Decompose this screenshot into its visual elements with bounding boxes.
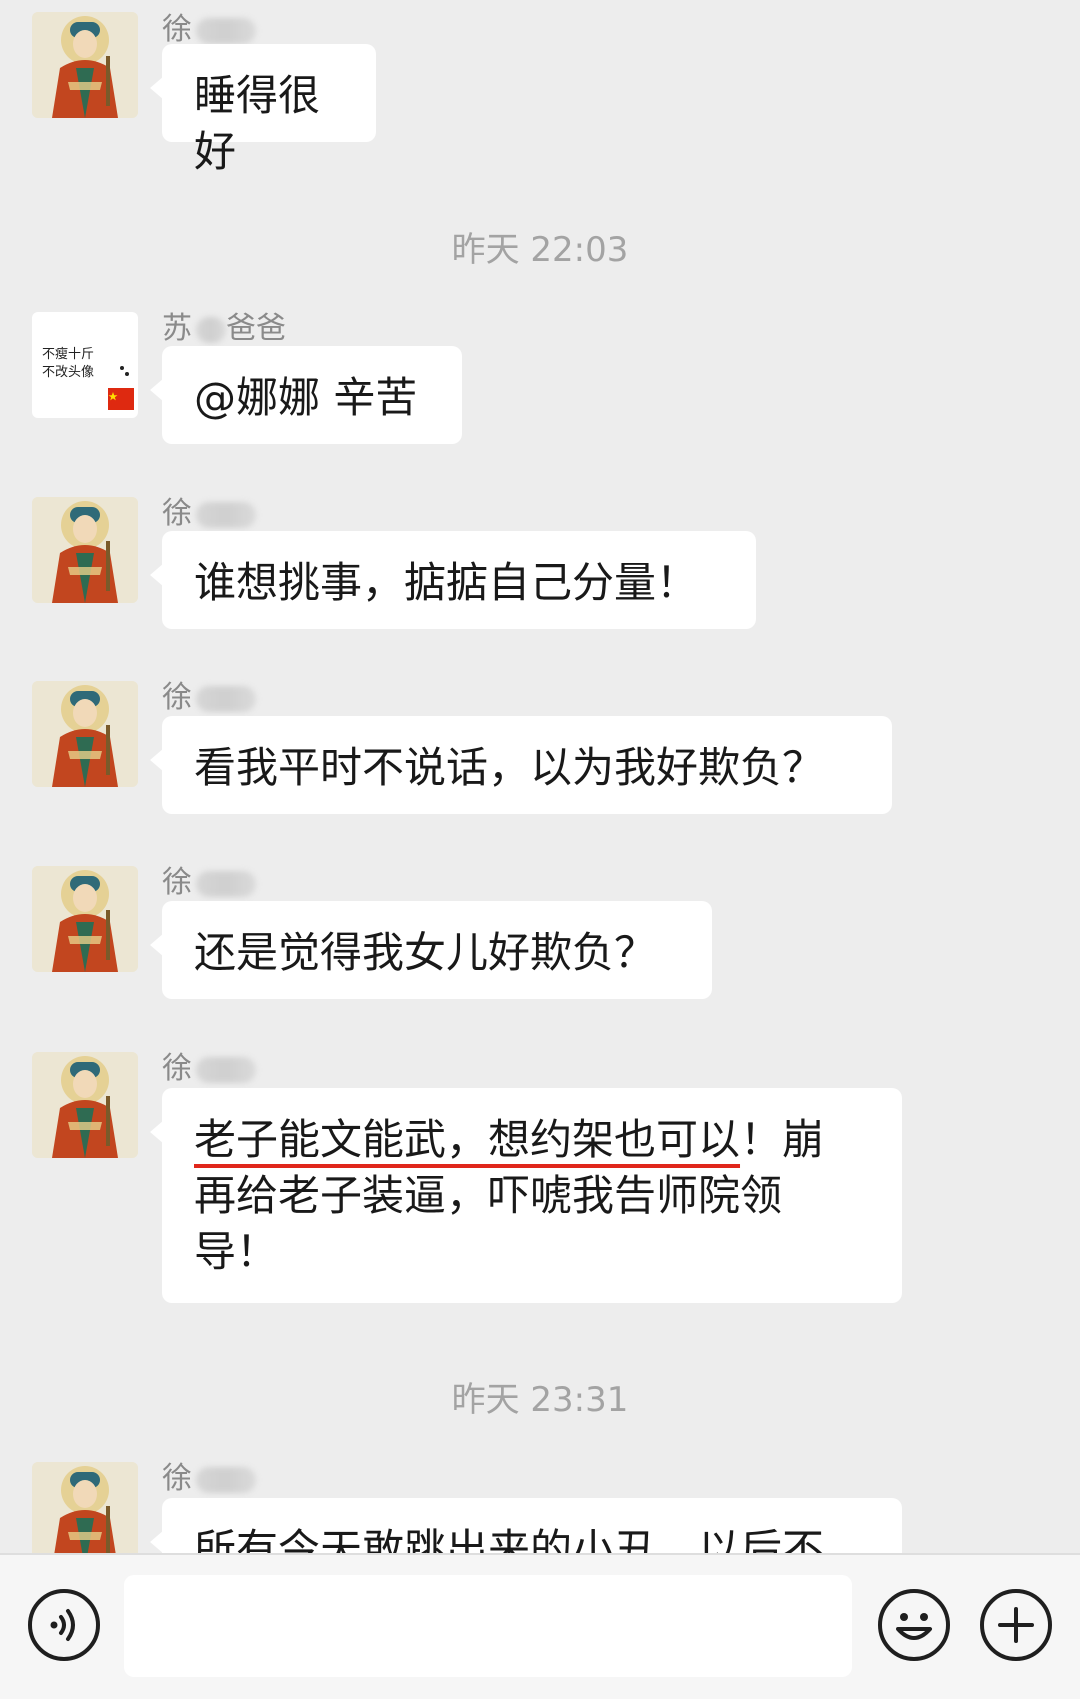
message-text: 谁想挑事，掂掂自己分量！ xyxy=(194,558,699,607)
input-bar xyxy=(0,1553,1080,1699)
plus-button[interactable] xyxy=(980,1589,1052,1661)
buddha-avatar-icon xyxy=(32,12,138,118)
avatar[interactable]: 不瘦十斤 不改头像 xyxy=(32,312,138,418)
avatar[interactable] xyxy=(32,497,138,603)
message-text: @娜娜 辛苦 xyxy=(194,373,418,422)
avatar[interactable] xyxy=(32,12,138,118)
message-text: 老子能文能武，想约架也可以！崩 xyxy=(194,1115,825,1164)
message-text: 还是觉得我女儿好欺负？ xyxy=(194,928,657,977)
blurred-name xyxy=(196,685,256,712)
buddha-avatar-icon xyxy=(32,866,138,972)
voice-button[interactable] xyxy=(28,1589,100,1661)
avatar[interactable] xyxy=(32,681,138,787)
message-text: 看我平时不说话，以为我好欺负？ xyxy=(194,743,825,792)
blurred-name xyxy=(196,1466,256,1493)
blurred-name xyxy=(196,1056,256,1083)
avatar[interactable] xyxy=(32,866,138,972)
underlined-text: 老子能文能武，想约架也可以 xyxy=(194,1115,741,1164)
emoji-icon xyxy=(896,1613,932,1640)
message-bubble[interactable]: @娜娜 辛苦 xyxy=(150,346,462,444)
sender-name: 徐 xyxy=(162,1453,256,1497)
flag-icon xyxy=(108,366,134,410)
message-bubble[interactable]: 还是觉得我女儿好欺负？ xyxy=(150,901,712,999)
voice-icon xyxy=(50,1609,75,1641)
avatar[interactable] xyxy=(32,1052,138,1158)
blurred-name xyxy=(196,501,256,528)
timestamp: 昨天 23:31 xyxy=(451,1380,629,1420)
message-bubble[interactable]: 谁想挑事，掂掂自己分量！ xyxy=(150,531,756,629)
sender-name: 苏爸爸 xyxy=(162,311,286,346)
message-input[interactable] xyxy=(124,1575,852,1677)
sender-name: 徐 xyxy=(162,4,256,48)
message-bubble[interactable]: 老子能文能武，想约架也可以！崩 再给老子装逼，吓唬我告师院领 导！ xyxy=(150,1088,902,1303)
message-text-line: 导！ xyxy=(194,1227,279,1276)
blurred-name xyxy=(196,17,256,44)
plus-icon xyxy=(998,1607,1034,1643)
message-bubble[interactable]: 所有今天敢跳出来的小丑，以后不 xyxy=(150,1498,902,1553)
message-bubble[interactable]: 睡得很好 xyxy=(150,44,376,176)
sender-name: 徐 xyxy=(162,672,256,716)
message-text: 睡得很好 xyxy=(194,71,321,176)
message-text-line: 再给老子装逼，吓唬我告师院领 xyxy=(194,1171,783,1220)
avatar[interactable] xyxy=(32,1462,138,1553)
sender-name: 徐 xyxy=(162,488,256,532)
chat-area[interactable]: 徐 睡得很好 昨天 22:03 不瘦十斤 不改头像 苏爸爸 @娜娜 辛苦 徐 谁… xyxy=(0,0,1080,1553)
blurred-name xyxy=(196,316,226,343)
blurred-name xyxy=(196,870,256,897)
message-bubble[interactable]: 看我平时不说话，以为我好欺负？ xyxy=(150,716,892,814)
buddha-avatar-icon xyxy=(32,681,138,787)
emoji-button[interactable] xyxy=(878,1589,950,1661)
buddha-avatar-icon xyxy=(32,1052,138,1158)
sender-name: 徐 xyxy=(162,857,256,901)
timestamp: 昨天 22:03 xyxy=(451,230,629,270)
buddha-avatar-icon xyxy=(32,497,138,603)
sender-name: 徐 xyxy=(162,1043,256,1087)
message-text: 所有今天敢跳出来的小丑，以后不 xyxy=(194,1525,825,1553)
buddha-avatar-icon xyxy=(32,1462,138,1553)
